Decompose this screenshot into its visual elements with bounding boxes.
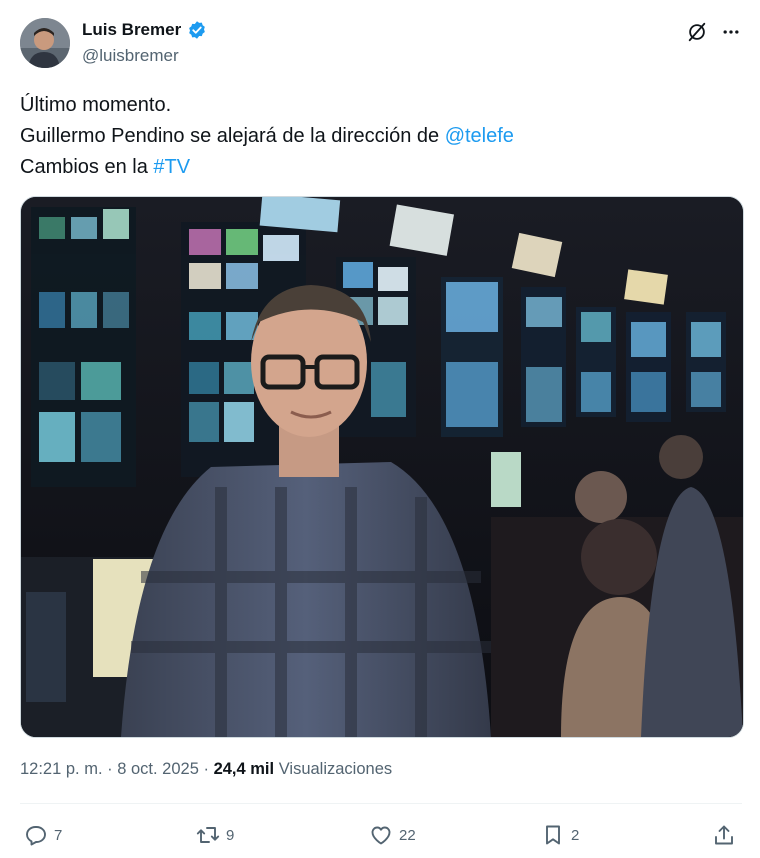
more-icon	[723, 30, 739, 34]
hashtag-link[interactable]: #TV	[153, 156, 190, 178]
more-button[interactable]	[718, 19, 744, 45]
tweet-line-3-text: Cambios en la	[20, 156, 154, 178]
like-count: 22	[399, 826, 416, 844]
avatar[interactable]	[20, 18, 70, 68]
bookmark-button[interactable]: 2	[541, 818, 579, 852]
reply-button[interactable]: 7	[24, 818, 62, 852]
like-icon	[371, 826, 391, 845]
grok-icon	[688, 22, 706, 42]
share-button[interactable]	[712, 818, 736, 852]
meta-separator: ·	[198, 760, 214, 778]
action-bar: 7 9 22 2	[0, 818, 760, 852]
divider	[20, 803, 742, 804]
tweet-line-3: Cambios en la #TV	[20, 152, 740, 183]
verified-badge-icon	[189, 21, 206, 39]
tweet-meta: 12:21 p. m. · 8 oct. 2025 · 24,4 mil Vis…	[20, 760, 392, 779]
bookmark-icon	[546, 825, 560, 845]
author-name-row: Luis Bremer	[82, 20, 207, 40]
share-icon	[715, 825, 733, 845]
retweet-icon	[196, 827, 220, 843]
tweet-line-2-text: Guillermo Pendino se alejará de la direc…	[20, 125, 445, 147]
author-handle[interactable]: @luisbremer	[82, 46, 179, 66]
reply-icon	[26, 826, 46, 846]
tweet-time[interactable]: 12:21 p. m.	[20, 760, 103, 778]
meta-separator: ·	[102, 760, 118, 778]
tweet-text: Último momento. Guillermo Pendino se ale…	[20, 90, 740, 183]
like-button[interactable]: 22	[369, 818, 416, 852]
views-count: 24,4 mil	[213, 760, 275, 778]
author-display-name[interactable]: Luis Bremer	[82, 20, 181, 40]
tweet-line-2: Guillermo Pendino se alejará de la direc…	[20, 121, 740, 152]
bookmark-count: 2	[571, 826, 580, 844]
reply-count: 7	[54, 826, 63, 844]
retweet-button[interactable]: 9	[196, 818, 234, 852]
tweet-photo[interactable]	[20, 196, 744, 738]
mention-link[interactable]: @telefe	[445, 125, 514, 147]
retweet-count: 9	[226, 826, 235, 844]
views-label: Visualizaciones	[274, 760, 393, 778]
tweet-date[interactable]: 8 oct. 2025	[117, 760, 199, 778]
grok-button[interactable]	[684, 19, 710, 45]
tweet-line-1: Último momento.	[20, 94, 172, 116]
